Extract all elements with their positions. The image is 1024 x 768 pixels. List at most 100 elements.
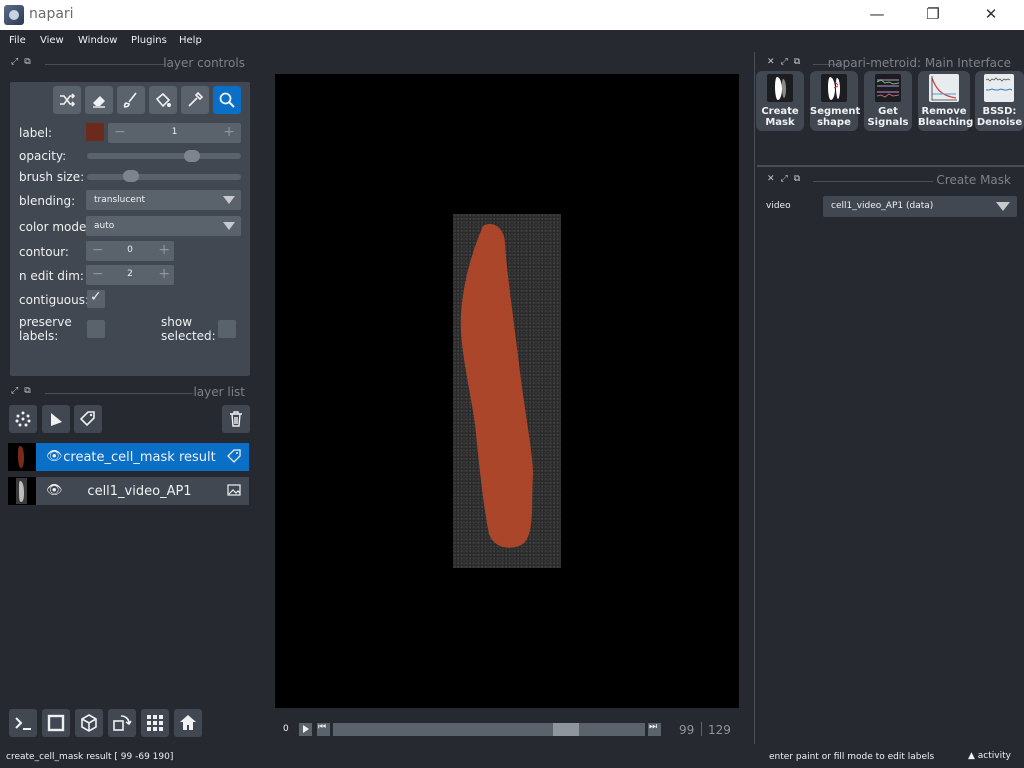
- n-edit-dim-spinbox[interactable]: − 2 +: [86, 265, 174, 285]
- dock-float-icons[interactable]: ⤢⧉: [11, 57, 37, 67]
- menu-help[interactable]: Help: [179, 35, 202, 46]
- color-mode-label: color mode:: [19, 220, 91, 234]
- new-labels-layer-button[interactable]: [74, 405, 102, 433]
- pick-button[interactable]: [181, 86, 209, 114]
- first-frame-button[interactable]: [317, 722, 330, 736]
- new-shapes-icon: [51, 413, 62, 426]
- dock-close-float-icons[interactable]: ✕⤢⧉: [767, 174, 806, 184]
- new-shapes-layer-button[interactable]: [42, 405, 70, 433]
- label-color-swatch[interactable]: [86, 123, 104, 141]
- chevron-down-icon: [223, 222, 235, 230]
- layer-row[interactable]: 👁 cell1_video_AP1: [8, 477, 249, 505]
- label-label: label:: [19, 126, 53, 140]
- minimize-button[interactable]: —: [848, 0, 906, 30]
- increment-icon[interactable]: +: [158, 242, 170, 258]
- color-mode-dropdown[interactable]: auto: [86, 216, 241, 236]
- bssd-denoise-button[interactable]: BSSD: Denoise: [975, 71, 1024, 131]
- restore-button[interactable]: ❐: [904, 0, 962, 30]
- layer-controls-panel: label: − 1 + opacity: brush size: blendi…: [10, 82, 250, 376]
- new-points-layer-button[interactable]: [9, 405, 37, 433]
- preserve-labels-checkbox[interactable]: [87, 320, 105, 338]
- get-signals-button[interactable]: Get Signals: [864, 71, 912, 131]
- brush-size-slider-handle[interactable]: [122, 170, 139, 182]
- toggle-ndisplay-icon: [47, 714, 65, 732]
- plugin-label: Get Signals: [867, 106, 909, 128]
- erase-button[interactable]: [85, 86, 113, 114]
- opacity-label: opacity:: [19, 149, 67, 163]
- shuffle-icon: [60, 93, 76, 107]
- get-signals-icon: [875, 74, 901, 102]
- console-button[interactable]: [9, 709, 37, 737]
- create-mask-button[interactable]: Create Mask: [756, 71, 804, 131]
- roll-dims-button[interactable]: [75, 709, 103, 737]
- layer-name[interactable]: cell1_video_AP1: [60, 484, 219, 499]
- n-edit-dim-value[interactable]: 2: [110, 269, 150, 279]
- dock-title-text: napari-metroid: Main Interface: [827, 56, 1011, 70]
- toggle-ndisplay-button[interactable]: [42, 709, 70, 737]
- chevron-down-icon: [996, 202, 1010, 211]
- grid-view-button[interactable]: [141, 709, 169, 737]
- activity-button[interactable]: ▲ activity: [968, 751, 1011, 761]
- contiguous-checkbox[interactable]: [87, 289, 105, 308]
- roll-dims-icon: [81, 714, 97, 732]
- label-value[interactable]: 1: [148, 127, 201, 137]
- transpose-dims-button[interactable]: [108, 709, 136, 737]
- opacity-slider-handle[interactable]: [183, 150, 200, 162]
- fill-button[interactable]: [149, 86, 177, 114]
- preserve-labels-label: preserve labels:: [19, 315, 72, 343]
- menu-view[interactable]: View: [40, 35, 64, 46]
- contour-spinbox[interactable]: − 0 +: [86, 241, 174, 261]
- frame-slider-track[interactable]: [333, 723, 645, 736]
- new-points-icon: [15, 411, 31, 427]
- menu-plugins[interactable]: Plugins: [131, 35, 167, 46]
- transpose-icon: [113, 715, 132, 731]
- layer-name[interactable]: create_cell_mask result: [60, 450, 219, 465]
- delete-layer-icon: [230, 411, 242, 427]
- increment-icon[interactable]: +: [158, 266, 170, 282]
- zoom-icon: [219, 92, 235, 108]
- title-bar: napari — ❐ ✕: [0, 0, 1024, 30]
- decrement-icon[interactable]: −: [114, 124, 126, 140]
- paint-button[interactable]: [117, 86, 145, 114]
- opacity-slider[interactable]: [87, 153, 241, 159]
- activity-label: activity: [977, 751, 1011, 761]
- frame-position[interactable]: 99: [679, 723, 694, 737]
- menu-file[interactable]: File: [9, 35, 26, 46]
- frame-separator: [701, 722, 702, 736]
- chevron-down-icon: [223, 196, 235, 204]
- contour-value[interactable]: 0: [110, 245, 150, 255]
- blending-dropdown[interactable]: translucent: [86, 190, 241, 210]
- dock-title-text: Create Mask: [936, 173, 1011, 187]
- plugin-label: Create Mask: [761, 106, 799, 128]
- menu-window[interactable]: Window: [78, 35, 117, 46]
- frame-slider-handle[interactable]: [553, 723, 580, 736]
- layer-thumbnail: [8, 477, 36, 505]
- plugin-dock-splitter[interactable]: [757, 165, 1024, 167]
- blending-label: blending:: [19, 194, 76, 208]
- pan-zoom-button[interactable]: [213, 86, 241, 114]
- segment-shape-button[interactable]: Segment shape: [810, 71, 860, 131]
- frame-max: 129: [708, 723, 731, 737]
- remove-bleaching-button[interactable]: Remove Bleaching: [918, 71, 973, 131]
- increment-icon[interactable]: +: [223, 124, 235, 140]
- dock-float-icons[interactable]: ⤢⧉: [11, 386, 37, 396]
- close-window-button[interactable]: ✕: [962, 0, 1020, 30]
- dock-close-float-icons[interactable]: ✕⤢⧉: [767, 57, 806, 67]
- brush-size-slider[interactable]: [87, 174, 241, 180]
- viewer-canvas[interactable]: [275, 74, 739, 708]
- dock-splitter[interactable]: [754, 52, 755, 744]
- bssd-denoise-icon: [984, 74, 1014, 102]
- show-selected-checkbox[interactable]: [218, 320, 236, 338]
- label-spinbox[interactable]: − 1 +: [108, 123, 241, 143]
- last-frame-button[interactable]: [648, 722, 661, 736]
- delete-layer-button[interactable]: [222, 405, 250, 433]
- play-button[interactable]: [299, 723, 312, 736]
- home-button[interactable]: [174, 709, 202, 737]
- decrement-icon[interactable]: −: [92, 242, 104, 258]
- shuffle-colors-button[interactable]: [53, 86, 81, 114]
- paintbrush-icon: [123, 92, 137, 108]
- decrement-icon[interactable]: −: [92, 266, 104, 282]
- video-dropdown[interactable]: cell1_video_AP1 (data): [823, 196, 1017, 217]
- layer-row[interactable]: 👁 create_cell_mask result: [8, 443, 249, 471]
- dock-title-line: [45, 64, 165, 65]
